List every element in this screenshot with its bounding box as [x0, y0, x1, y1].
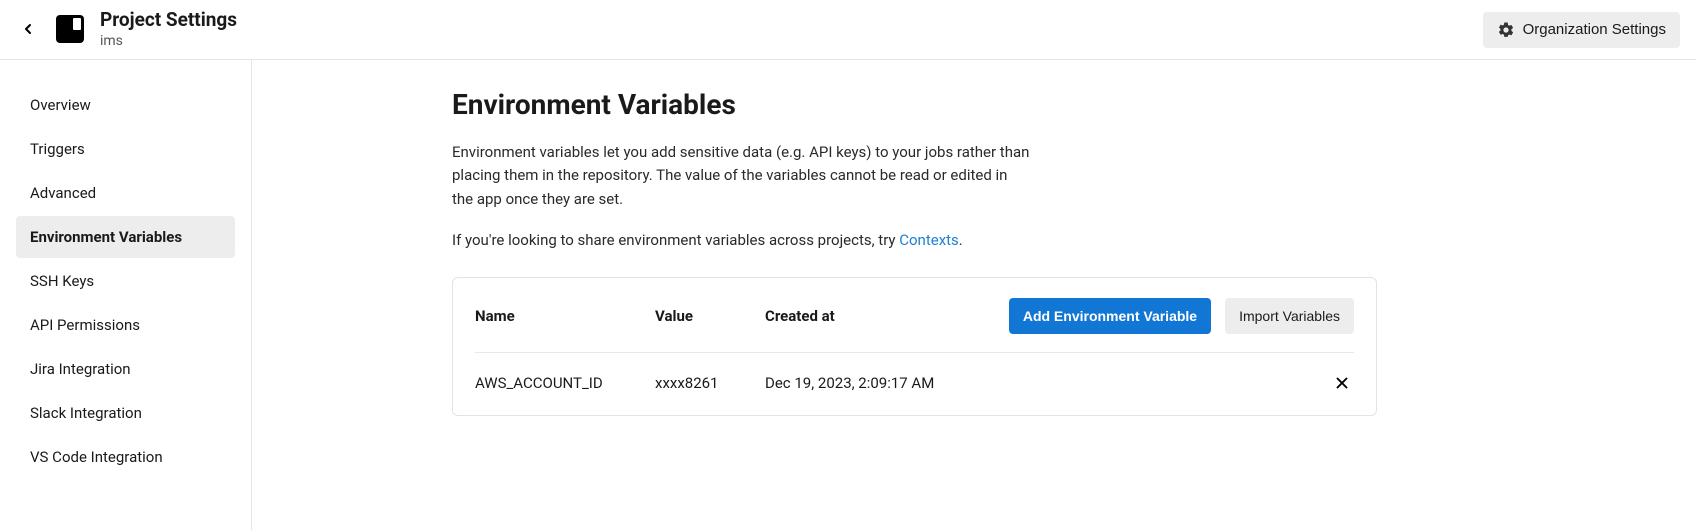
sidebar-item-slack[interactable]: Slack Integration: [16, 392, 235, 434]
description: Environment variables let you add sensit…: [452, 141, 1032, 211]
sidebar-item-label: API Permissions: [30, 316, 140, 334]
header-left: Project Settings ims: [16, 9, 237, 50]
import-vars-button[interactable]: Import Variables: [1225, 298, 1354, 334]
sidebar-item-triggers[interactable]: Triggers: [16, 128, 235, 170]
sidebar-item-vscode[interactable]: VS Code Integration: [16, 436, 235, 478]
project-icon: [56, 15, 84, 43]
table-row: AWS_ACCOUNT_ID xxxx8261 Dec 19, 2023, 2:…: [475, 353, 1354, 395]
contexts-suffix: .: [959, 231, 963, 249]
main-content: Environment Variables Environment variab…: [252, 60, 1696, 530]
col-header-created: Created at: [765, 307, 1009, 325]
back-button[interactable]: [16, 17, 40, 41]
title-block: Project Settings ims: [100, 9, 237, 50]
card-header: Name Value Created at Add Environment Va…: [475, 298, 1354, 353]
sidebar-item-label: Triggers: [30, 140, 85, 158]
row-name: AWS_ACCOUNT_ID: [475, 374, 655, 392]
contexts-hint: If you're looking to share environment v…: [452, 231, 1648, 249]
org-settings-label: Organization Settings: [1523, 21, 1666, 38]
sidebar-item-label: Environment Variables: [30, 228, 182, 246]
add-env-var-button[interactable]: Add Environment Variable: [1009, 298, 1211, 334]
sidebar-item-ssh-keys[interactable]: SSH Keys: [16, 260, 235, 302]
sidebar-item-label: Overview: [30, 96, 91, 114]
sidebar-item-jira[interactable]: Jira Integration: [16, 348, 235, 390]
row-created: Dec 19, 2023, 2:09:17 AM: [765, 374, 1330, 392]
sidebar-item-api-permissions[interactable]: API Permissions: [16, 304, 235, 346]
page-header-subtitle: ims: [100, 32, 237, 50]
sidebar-item-label: Jira Integration: [30, 360, 131, 378]
sidebar-item-advanced[interactable]: Advanced: [16, 172, 235, 214]
close-icon: [1333, 374, 1351, 392]
chevron-left-icon: [20, 21, 36, 37]
sidebar-item-env-vars[interactable]: Environment Variables: [16, 216, 235, 258]
card-actions: Add Environment Variable Import Variable…: [1009, 298, 1354, 334]
org-settings-button[interactable]: Organization Settings: [1483, 12, 1680, 48]
sidebar-item-overview[interactable]: Overview: [16, 84, 235, 126]
sidebar-item-label: SSH Keys: [30, 272, 94, 290]
page-header-title: Project Settings: [100, 9, 237, 32]
contexts-prefix: If you're looking to share environment v…: [452, 231, 899, 249]
sidebar: Overview Triggers Advanced Environment V…: [0, 60, 252, 530]
row-value: xxxx8261: [655, 374, 765, 392]
contexts-link[interactable]: Contexts: [899, 231, 959, 249]
col-header-name: Name: [475, 307, 655, 325]
sidebar-item-label: Slack Integration: [30, 404, 142, 422]
top-header: Project Settings ims Organization Settin…: [0, 0, 1696, 60]
sidebar-item-label: VS Code Integration: [30, 448, 163, 466]
sidebar-item-label: Advanced: [30, 184, 96, 202]
col-header-value: Value: [655, 307, 765, 325]
page-title: Environment Variables: [452, 88, 1648, 121]
delete-row-button[interactable]: [1330, 371, 1354, 395]
gear-icon: [1497, 21, 1515, 39]
env-vars-card: Name Value Created at Add Environment Va…: [452, 277, 1377, 416]
